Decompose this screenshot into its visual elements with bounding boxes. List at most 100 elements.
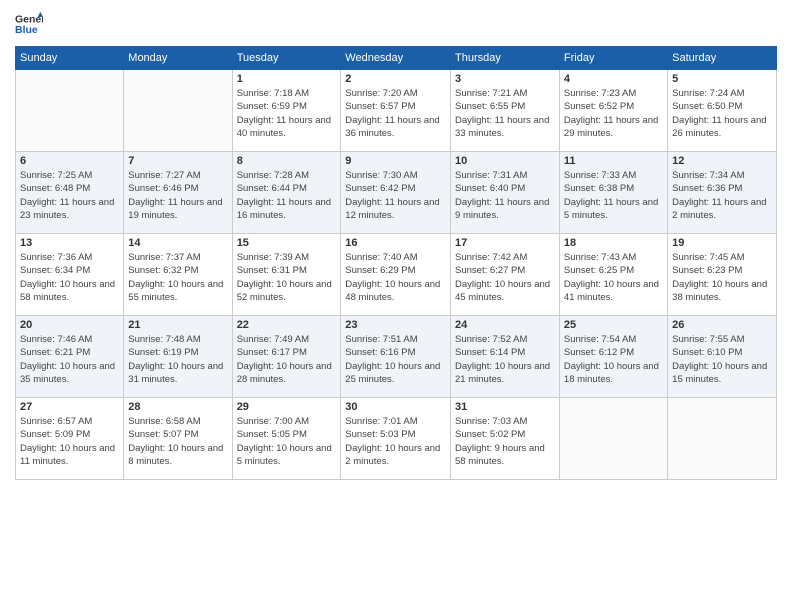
calendar-cell: 10 Sunrise: 7:31 AM Sunset: 6:40 PM Dayli…: [451, 152, 560, 234]
calendar-cell: 3 Sunrise: 7:21 AM Sunset: 6:55 PM Daylig…: [451, 70, 560, 152]
calendar-cell: 21 Sunrise: 7:48 AM Sunset: 6:19 PM Dayli…: [124, 316, 232, 398]
day-info: Sunrise: 7:48 AM Sunset: 6:19 PM Dayligh…: [128, 333, 227, 386]
weekday-header-wednesday: Wednesday: [341, 47, 451, 70]
calendar-cell: 30Sunrise: 7:01 AM Sunset: 5:03 PM Dayli…: [341, 398, 451, 480]
day-info: Sunrise: 7:31 AM Sunset: 6:40 PM Dayligh…: [455, 169, 555, 222]
day-info: Sunrise: 7:46 AM Sunset: 6:21 PM Dayligh…: [20, 333, 119, 386]
calendar-cell: 16Sunrise: 7:40 AM Sunset: 6:29 PM Dayli…: [341, 234, 451, 316]
day-info: Sunrise: 6:58 AM Sunset: 5:07 PM Dayligh…: [128, 415, 227, 468]
weekday-header-tuesday: Tuesday: [232, 47, 341, 70]
day-number: 9: [345, 155, 446, 167]
day-info: Sunrise: 7:49 AM Sunset: 6:17 PM Dayligh…: [237, 333, 337, 386]
logo-icon: General Blue: [15, 10, 43, 38]
day-number: 18: [564, 237, 663, 249]
day-number: 6: [20, 155, 119, 167]
calendar-cell: [559, 398, 667, 480]
week-row-1: 1Sunrise: 7:18 AM Sunset: 6:59 PM Daylig…: [16, 70, 777, 152]
day-number: 15: [237, 237, 337, 249]
day-info: Sunrise: 7:54 AM Sunset: 6:12 PM Dayligh…: [564, 333, 663, 386]
day-info: Sunrise: 7:40 AM Sunset: 6:29 PM Dayligh…: [345, 251, 446, 304]
day-info: Sunrise: 7:39 AM Sunset: 6:31 PM Dayligh…: [237, 251, 337, 304]
calendar-cell: [668, 398, 777, 480]
weekday-header-sunday: Sunday: [16, 47, 124, 70]
calendar-cell: [16, 70, 124, 152]
day-info: Sunrise: 7:34 AM Sunset: 6:36 PM Dayligh…: [672, 169, 772, 222]
day-info: Sunrise: 7:21 AM Sunset: 6:55 PM Dayligh…: [455, 87, 555, 140]
calendar-cell: 14 Sunrise: 7:37 AM Sunset: 6:32 PM Dayli…: [124, 234, 232, 316]
calendar-cell: 27 Sunrise: 6:57 AM Sunset: 5:09 PM Dayli…: [16, 398, 124, 480]
day-number: 28: [128, 401, 227, 413]
svg-text:Blue: Blue: [15, 24, 38, 36]
day-info: Sunrise: 7:36 AM Sunset: 6:34 PM Dayligh…: [20, 251, 119, 304]
day-info: Sunrise: 7:28 AM Sunset: 6:44 PM Dayligh…: [237, 169, 337, 222]
day-number: 7: [128, 155, 227, 167]
day-number: 19: [672, 237, 772, 249]
calendar-cell: 31 Sunrise: 7:03 AM Sunset: 5:02 PM Dayli…: [451, 398, 560, 480]
weekday-header-friday: Friday: [559, 47, 667, 70]
day-number: 25: [564, 319, 663, 331]
day-number: 5: [672, 73, 772, 85]
day-info: Sunrise: 7:30 AM Sunset: 6:42 PM Dayligh…: [345, 169, 446, 222]
day-info: Sunrise: 7:37 AM Sunset: 6:32 PM Dayligh…: [128, 251, 227, 304]
day-number: 12: [672, 155, 772, 167]
calendar-cell: 12 Sunrise: 7:34 AM Sunset: 6:36 PM Dayli…: [668, 152, 777, 234]
day-number: 27: [20, 401, 119, 413]
weekday-header-monday: Monday: [124, 47, 232, 70]
day-number: 3: [455, 73, 555, 85]
day-number: 21: [128, 319, 227, 331]
day-number: 14: [128, 237, 227, 249]
calendar-cell: 20 Sunrise: 7:46 AM Sunset: 6:21 PM Dayli…: [16, 316, 124, 398]
weekday-header-saturday: Saturday: [668, 47, 777, 70]
calendar-cell: 5 Sunrise: 7:24 AM Sunset: 6:50 PM Daylig…: [668, 70, 777, 152]
calendar-cell: 25 Sunrise: 7:54 AM Sunset: 6:12 PM Dayli…: [559, 316, 667, 398]
day-number: 2: [345, 73, 446, 85]
day-number: 23: [345, 319, 446, 331]
calendar-cell: 19 Sunrise: 7:45 AM Sunset: 6:23 PM Dayli…: [668, 234, 777, 316]
calendar-cell: 28 Sunrise: 6:58 AM Sunset: 5:07 PM Dayli…: [124, 398, 232, 480]
weekday-header-thursday: Thursday: [451, 47, 560, 70]
day-info: Sunrise: 7:51 AM Sunset: 6:16 PM Dayligh…: [345, 333, 446, 386]
day-number: 13: [20, 237, 119, 249]
calendar-cell: 11Sunrise: 7:33 AM Sunset: 6:38 PM Dayli…: [559, 152, 667, 234]
calendar-table: SundayMondayTuesdayWednesdayThursdayFrid…: [15, 46, 777, 480]
week-row-2: 6 Sunrise: 7:25 AM Sunset: 6:48 PM Daylig…: [16, 152, 777, 234]
calendar-cell: [124, 70, 232, 152]
day-info: Sunrise: 7:00 AM Sunset: 5:05 PM Dayligh…: [237, 415, 337, 468]
header: General Blue: [15, 10, 777, 38]
day-number: 26: [672, 319, 772, 331]
calendar-cell: 22Sunrise: 7:49 AM Sunset: 6:17 PM Dayli…: [232, 316, 341, 398]
day-info: Sunrise: 7:24 AM Sunset: 6:50 PM Dayligh…: [672, 87, 772, 140]
calendar-cell: 17 Sunrise: 7:42 AM Sunset: 6:27 PM Dayli…: [451, 234, 560, 316]
page: General Blue SundayMondayTuesdayWednesda…: [0, 0, 792, 612]
day-info: Sunrise: 7:42 AM Sunset: 6:27 PM Dayligh…: [455, 251, 555, 304]
day-info: Sunrise: 7:45 AM Sunset: 6:23 PM Dayligh…: [672, 251, 772, 304]
day-info: Sunrise: 7:25 AM Sunset: 6:48 PM Dayligh…: [20, 169, 119, 222]
day-number: 20: [20, 319, 119, 331]
calendar-cell: 1Sunrise: 7:18 AM Sunset: 6:59 PM Daylig…: [232, 70, 341, 152]
day-number: 24: [455, 319, 555, 331]
day-info: Sunrise: 7:43 AM Sunset: 6:25 PM Dayligh…: [564, 251, 663, 304]
calendar-cell: 8 Sunrise: 7:28 AM Sunset: 6:44 PM Daylig…: [232, 152, 341, 234]
day-info: Sunrise: 7:27 AM Sunset: 6:46 PM Dayligh…: [128, 169, 227, 222]
calendar-cell: 29Sunrise: 7:00 AM Sunset: 5:05 PM Dayli…: [232, 398, 341, 480]
calendar-cell: 2 Sunrise: 7:20 AM Sunset: 6:57 PM Daylig…: [341, 70, 451, 152]
day-number: 10: [455, 155, 555, 167]
day-info: Sunrise: 7:20 AM Sunset: 6:57 PM Dayligh…: [345, 87, 446, 140]
day-number: 4: [564, 73, 663, 85]
day-info: Sunrise: 7:03 AM Sunset: 5:02 PM Dayligh…: [455, 415, 555, 468]
week-row-3: 13 Sunrise: 7:36 AM Sunset: 6:34 PM Dayli…: [16, 234, 777, 316]
day-number: 30: [345, 401, 446, 413]
week-row-5: 27 Sunrise: 6:57 AM Sunset: 5:09 PM Dayli…: [16, 398, 777, 480]
calendar-cell: 26Sunrise: 7:55 AM Sunset: 6:10 PM Dayli…: [668, 316, 777, 398]
calendar-cell: 18 Sunrise: 7:43 AM Sunset: 6:25 PM Dayli…: [559, 234, 667, 316]
week-row-4: 20 Sunrise: 7:46 AM Sunset: 6:21 PM Dayli…: [16, 316, 777, 398]
day-info: Sunrise: 6:57 AM Sunset: 5:09 PM Dayligh…: [20, 415, 119, 468]
day-number: 11: [564, 155, 663, 167]
calendar-cell: 15 Sunrise: 7:39 AM Sunset: 6:31 PM Dayli…: [232, 234, 341, 316]
calendar-cell: 24Sunrise: 7:52 AM Sunset: 6:14 PM Dayli…: [451, 316, 560, 398]
weekday-header-row: SundayMondayTuesdayWednesdayThursdayFrid…: [16, 47, 777, 70]
day-number: 8: [237, 155, 337, 167]
calendar-cell: 9 Sunrise: 7:30 AM Sunset: 6:42 PM Daylig…: [341, 152, 451, 234]
day-number: 31: [455, 401, 555, 413]
day-number: 17: [455, 237, 555, 249]
